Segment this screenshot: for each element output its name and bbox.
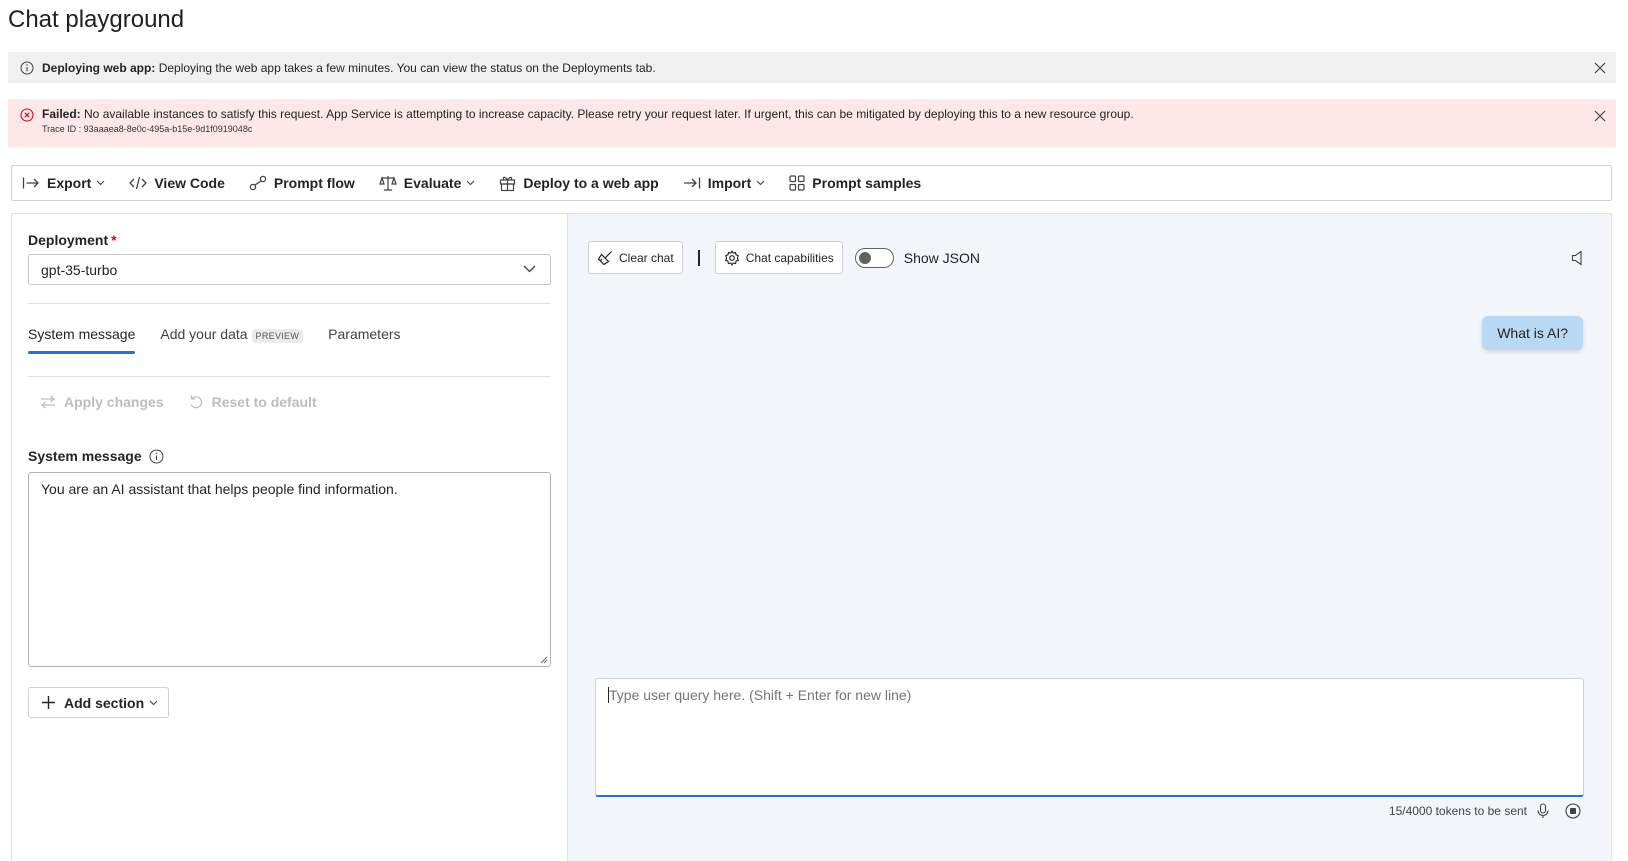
- stop-icon[interactable]: [1565, 803, 1581, 819]
- divider: [28, 303, 551, 304]
- user-message-text: What is AI?: [1497, 325, 1568, 341]
- export-label: Export: [47, 175, 92, 191]
- gear-icon: [724, 249, 739, 266]
- export-button[interactable]: Export: [22, 175, 105, 191]
- export-icon: [22, 177, 39, 189]
- chat-capabilities-label: Chat capabilities: [745, 250, 834, 265]
- show-json-toggle[interactable]: [854, 247, 894, 268]
- tab-system-message[interactable]: System message: [28, 326, 136, 354]
- view-code-label: View Code: [154, 175, 225, 191]
- show-json-label: Show JSON: [903, 249, 981, 266]
- swap-icon: [41, 395, 55, 409]
- close-icon[interactable]: [1594, 110, 1606, 122]
- close-icon[interactable]: [1594, 62, 1606, 74]
- chat-pane: Clear chat Chat capabilities Show JSON W…: [568, 214, 1611, 861]
- grid-icon: [789, 175, 805, 191]
- chevron-down-icon: [466, 180, 475, 186]
- microphone-icon[interactable]: [1537, 803, 1549, 819]
- flow-icon: [249, 175, 267, 191]
- speaker-icon[interactable]: [1571, 250, 1585, 266]
- tab-parameters[interactable]: Parameters: [328, 326, 400, 354]
- add-section-button[interactable]: Add section: [28, 687, 170, 718]
- required-mark: *: [111, 232, 117, 248]
- error-banner-title: Failed:: [42, 107, 81, 121]
- info-icon[interactable]: [149, 449, 164, 464]
- scale-icon: [378, 176, 397, 191]
- info-banner-text: Deploying web app: Deploying the web app…: [42, 61, 656, 75]
- token-counter: 15/4000 tokens to be sent: [1389, 803, 1581, 819]
- user-message-bubble: What is AI?: [1482, 316, 1583, 350]
- clear-chat-button[interactable]: Clear chat: [588, 241, 683, 274]
- import-icon: [683, 177, 700, 189]
- tab-add-your-data[interactable]: Add your data PREVIEW: [160, 326, 304, 354]
- prompt-flow-label: Prompt flow: [273, 175, 355, 191]
- deployment-value: gpt-35-turbo: [41, 261, 118, 278]
- import-button[interactable]: Import: [683, 175, 766, 191]
- tab-system-message-label: System message: [28, 326, 136, 342]
- gift-icon: [500, 176, 516, 191]
- setup-tabs: System message Add your data PREVIEW Para…: [28, 326, 426, 354]
- chevron-down-icon: [756, 180, 765, 186]
- system-message-label-text: System message: [28, 448, 142, 464]
- plus-icon: [42, 696, 55, 709]
- reset-default-label: Reset to default: [211, 394, 317, 410]
- page-title: Chat playground: [8, 6, 185, 33]
- import-label: Import: [707, 175, 752, 191]
- apply-changes-label: Apply changes: [64, 394, 164, 410]
- deploy-web-app-label: Deploy to a web app: [523, 175, 659, 191]
- error-banner-message: No available instances to satisfy this r…: [84, 107, 1134, 121]
- system-message-label: System message: [28, 448, 164, 464]
- error-banner: Failed: No available instances to satisf…: [8, 99, 1616, 147]
- info-banner-title: Deploying web app:: [42, 60, 156, 75]
- evaluate-label: Evaluate: [403, 175, 462, 191]
- info-banner: Deploying web app: Deploying the web app…: [8, 52, 1616, 83]
- setup-pane: Deployment * gpt-35-turbo System message …: [12, 214, 568, 861]
- chevron-down-icon: [96, 180, 105, 186]
- chat-capabilities-button[interactable]: Chat capabilities: [714, 241, 843, 274]
- toolbar: Export View Code Prompt flow Evaluate De…: [11, 165, 1612, 201]
- chevron-down-icon: [523, 265, 536, 273]
- system-message-input[interactable]: You are an AI assistant that helps peopl…: [28, 472, 551, 667]
- add-section-label: Add section: [64, 694, 145, 711]
- info-banner-message: Deploying the web app takes a few minute…: [158, 60, 656, 75]
- code-icon: [129, 176, 148, 190]
- info-icon: [20, 61, 34, 74]
- deployment-label-text: Deployment: [28, 232, 109, 248]
- prompt-samples-label: Prompt samples: [812, 175, 922, 191]
- prompt-flow-button[interactable]: Prompt flow: [249, 175, 355, 191]
- deployment-select[interactable]: gpt-35-turbo: [28, 254, 551, 285]
- playground-main: Deployment * gpt-35-turbo System message …: [11, 213, 1612, 861]
- view-code-button[interactable]: View Code: [129, 175, 225, 191]
- apply-changes-button[interactable]: Apply changes: [40, 394, 164, 410]
- system-message-actions: Apply changes Reset to default: [40, 394, 341, 410]
- error-icon: [20, 108, 34, 122]
- chevron-down-icon: [149, 700, 158, 705]
- broom-icon: [597, 250, 612, 265]
- chat-query-input[interactable]: Type user query here. (Shift + Enter for…: [595, 678, 1584, 797]
- clear-chat-label: Clear chat: [619, 250, 674, 265]
- deploy-web-app-button[interactable]: Deploy to a web app: [499, 175, 659, 192]
- evaluate-button[interactable]: Evaluate: [378, 175, 476, 191]
- resize-handle-icon[interactable]: [540, 656, 548, 664]
- toolbar-separator: [697, 249, 700, 266]
- token-count-text: 15/4000 tokens to be sent: [1388, 804, 1527, 818]
- deployment-label: Deployment *: [28, 232, 117, 248]
- reset-default-button[interactable]: Reset to default: [188, 394, 317, 410]
- tab-add-your-data-label: Add your data: [160, 326, 248, 342]
- preview-badge: PREVIEW: [251, 329, 304, 343]
- undo-icon: [190, 395, 202, 409]
- trace-id: Trace ID : 93aaaea8-8e0c-495a-b15e-9d1f0…: [42, 124, 253, 134]
- chat-query-placeholder: Type user query here. (Shift + Enter for…: [609, 687, 912, 703]
- chat-toolbar: Clear chat Chat capabilities Show JSON: [588, 241, 980, 274]
- system-message-value: You are an AI assistant that helps peopl…: [41, 481, 398, 497]
- divider: [28, 376, 551, 377]
- tab-parameters-label: Parameters: [328, 326, 401, 342]
- error-banner-text: Failed: No available instances to satisf…: [42, 107, 1134, 134]
- prompt-samples-button[interactable]: Prompt samples: [789, 175, 921, 191]
